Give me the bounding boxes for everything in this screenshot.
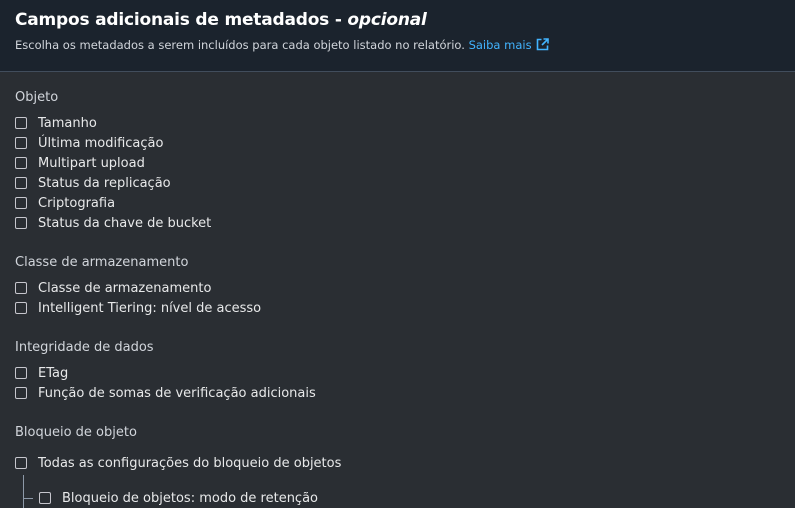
checkbox-row-status-chave-bucket[interactable]: Status da chave de bucket [15, 213, 211, 233]
group-classe-armazenamento: Classe de armazenamento Classe de armaze… [15, 253, 261, 318]
tree-connector-vertical [23, 475, 24, 508]
group-objeto: Objeto Tamanho Última modificação Multip… [15, 88, 211, 233]
group-integridade-dados: Integridade de dados ETag Função de soma… [15, 338, 316, 403]
checkbox-label: ETag [38, 365, 69, 381]
section-description: Escolha os metadados a serem incluídos p… [15, 38, 549, 54]
group-title-integridade: Integridade de dados [15, 340, 154, 355]
group-bloqueio-objeto: Bloqueio de objeto Todas as configuraçõe… [15, 423, 341, 473]
optional-tag: opcional [347, 10, 427, 30]
group-title-bloqueio: Bloqueio de objeto [15, 425, 137, 440]
checkbox-label: Tamanho [38, 115, 97, 131]
description-text: Escolha os metadados a serem incluídos p… [15, 38, 465, 52]
group-title-objeto: Objeto [15, 90, 59, 105]
checkbox[interactable] [15, 117, 27, 129]
checkbox-row-somas-verificacao[interactable]: Função de somas de verificação adicionai… [15, 383, 316, 403]
checkbox[interactable] [15, 282, 27, 294]
learn-more-link[interactable]: Saiba mais [469, 38, 549, 52]
checkbox[interactable] [15, 302, 27, 314]
external-link-icon [536, 38, 549, 54]
checkbox-row-ultima-modificacao[interactable]: Última modificação [15, 133, 211, 153]
checkbox[interactable] [15, 387, 27, 399]
checkbox-label: Bloqueio de objetos: modo de retenção [62, 490, 319, 506]
checkbox[interactable] [15, 157, 27, 169]
checkbox-row-tamanho[interactable]: Tamanho [15, 113, 211, 133]
checkbox[interactable] [39, 492, 51, 504]
checkbox[interactable] [15, 197, 27, 209]
section-title: Campos adicionais de metadados - opciona… [15, 10, 427, 30]
group-bloqueio-subitems: Bloqueio de objetos: modo de retenção [39, 488, 318, 508]
checkbox-row-modo-retencao[interactable]: Bloqueio de objetos: modo de retenção [39, 488, 318, 508]
title-separator: - [329, 10, 348, 30]
checkbox-label: Todas as configurações do bloqueio de ob… [38, 455, 342, 471]
checkbox-label: Intelligent Tiering: nível de acesso [38, 300, 262, 316]
checkbox-label: Classe de armazenamento [38, 280, 212, 296]
checkbox[interactable] [15, 367, 27, 379]
checkbox-label: Status da chave de bucket [38, 215, 212, 231]
checkbox[interactable] [15, 177, 27, 189]
checkbox-label: Criptografia [38, 195, 116, 211]
checkbox-row-status-replicacao[interactable]: Status da replicação [15, 173, 211, 193]
checkbox[interactable] [15, 217, 27, 229]
checkbox-row-criptografia[interactable]: Criptografia [15, 193, 211, 213]
checkbox-row-classe-armazenamento[interactable]: Classe de armazenamento [15, 278, 261, 298]
title-text: Campos adicionais de metadados [15, 10, 330, 30]
section-header: Campos adicionais de metadados - opciona… [0, 0, 795, 72]
checkbox-label: Multipart upload [38, 155, 145, 171]
group-title-armazenamento: Classe de armazenamento [15, 255, 189, 270]
checkbox-row-multipart-upload[interactable]: Multipart upload [15, 153, 211, 173]
checkbox-label: Última modificação [38, 135, 164, 151]
tree-connector-horizontal [23, 498, 33, 499]
checkbox-label: Função de somas de verificação adicionai… [38, 385, 316, 401]
checkbox-row-etag[interactable]: ETag [15, 363, 316, 383]
checkbox-row-intelligent-tiering[interactable]: Intelligent Tiering: nível de acesso [15, 298, 261, 318]
checkbox[interactable] [15, 457, 27, 469]
checkbox-label: Status da replicação [38, 175, 171, 191]
checkbox-row-todas-configuracoes-bloqueio[interactable]: Todas as configurações do bloqueio de ob… [15, 453, 341, 473]
checkbox[interactable] [15, 137, 27, 149]
learn-more-label: Saiba mais [468, 38, 532, 52]
